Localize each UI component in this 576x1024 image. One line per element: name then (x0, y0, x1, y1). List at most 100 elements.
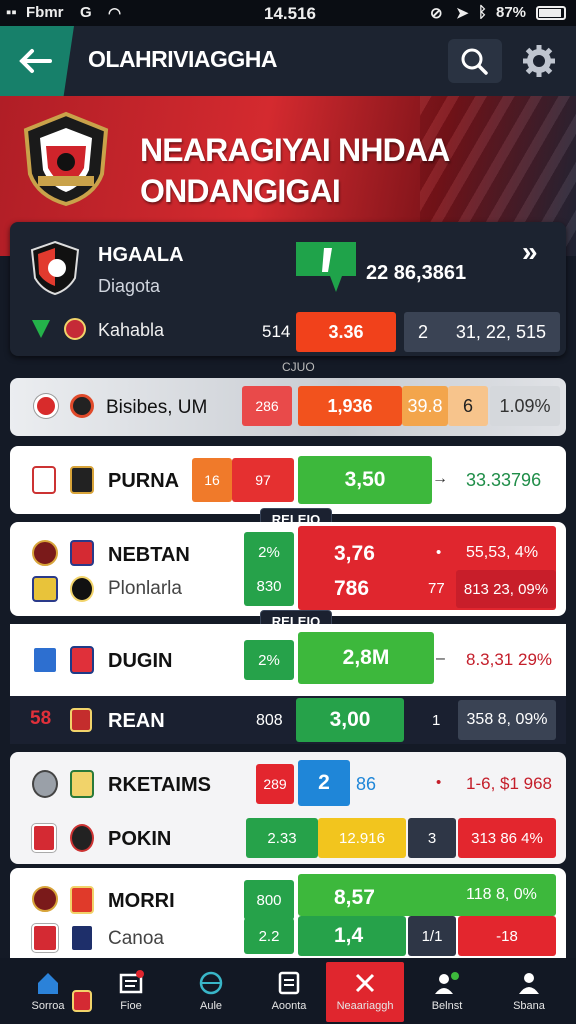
signal-icon: ▪▪ (6, 4, 17, 21)
odds-button[interactable]: 1/1 (408, 916, 456, 956)
team-crest-icon (30, 240, 80, 296)
odds-button[interactable]: 830 (244, 566, 294, 606)
nav-item-people[interactable]: Belnst (408, 958, 486, 1024)
team-logo-icon (32, 466, 56, 494)
page-title: OLAHRIVIAGGHA (88, 46, 278, 72)
nav-item-profile[interactable]: Sbana (490, 958, 568, 1024)
arrow-icon: → (432, 470, 448, 487)
featured-league: Kahabla (98, 320, 165, 340)
team-name: REAN (108, 710, 165, 732)
search-button[interactable] (448, 39, 502, 83)
odds-button[interactable]: 2.2 (244, 918, 294, 954)
summary-odds-d[interactable]: 6 (448, 386, 488, 426)
odds-button[interactable]: 16 (192, 458, 232, 502)
team-logo-icon (32, 824, 56, 852)
team-logo-icon (70, 924, 94, 952)
team-logo-icon (72, 990, 92, 1012)
back-arrow-icon (19, 49, 52, 73)
main-odds: 3,76 (334, 542, 375, 565)
search-icon (461, 48, 488, 75)
odds-button[interactable]: 358 8, 09% (458, 700, 556, 740)
nav-item-active[interactable]: Neaariaggh (326, 958, 404, 1024)
team-subtitle: Canoa (108, 928, 164, 949)
odds-button[interactable]: 2.33 (246, 818, 318, 858)
team-name: NEBTAN (108, 544, 190, 566)
bluetooth-icon: ᛒ (478, 4, 488, 21)
list-icon (278, 971, 300, 995)
team-logo-icon (70, 394, 94, 418)
nav-item-list[interactable]: Aoonta (250, 958, 328, 1024)
right-value: 33.33796 (466, 470, 542, 490)
mute-icon: ⊘ (430, 5, 443, 22)
banner-line-1: NEARAGIYAI NHDAA (140, 132, 450, 168)
right-value: 1-6, $1 968 (466, 774, 553, 793)
summary-odds-c[interactable]: 39.8 (402, 386, 448, 426)
summary-name: Bisibes, UM (106, 397, 208, 418)
odds-button[interactable]: 2 (298, 760, 350, 806)
team-logo-text: 58 (30, 708, 52, 729)
odds-button[interactable]: 800 (244, 880, 294, 920)
odds-button[interactable]: -18 (458, 916, 556, 956)
summary-odds-a[interactable]: 286 (242, 386, 292, 426)
team-logo-icon (70, 646, 94, 674)
team-logo-icon (70, 886, 94, 914)
mid-value: 77 (428, 580, 445, 597)
right-value: 8.3,31 29% (466, 650, 553, 669)
nav-item-globe[interactable]: Aule (172, 958, 250, 1024)
arrow-icon: – (436, 650, 445, 667)
main-odds: 8,57 (334, 886, 375, 909)
odds-button[interactable]: 2% (244, 640, 294, 680)
wifi-icon: ◠ (108, 5, 122, 22)
forward-icon[interactable]: » (522, 236, 538, 268)
featured-team-name: HGAALA (98, 244, 184, 266)
main-odds: 1,4 (334, 924, 364, 947)
club-crest-logo (23, 111, 109, 206)
team-logo-icon (32, 770, 58, 798)
team-logo-icon (32, 924, 58, 952)
nav-item-ticket[interactable]: Fioe (92, 958, 170, 1024)
right-value: 55,53, 4% (466, 544, 539, 561)
team-logo-icon (70, 708, 92, 732)
carrier-label: Fbmr (26, 4, 64, 21)
featured-value: 22 86,3861 (366, 262, 467, 284)
main-odds-button[interactable]: 3,50 (298, 456, 432, 504)
main-odds-button[interactable]: 3,00 (296, 698, 404, 742)
live-badge-icon (296, 242, 356, 292)
summary-odds-b[interactable]: 1,936 (298, 386, 402, 426)
odds-button[interactable]: 12.916 (318, 818, 406, 858)
gear-icon[interactable] (522, 44, 556, 78)
arrow-icon: • (436, 544, 442, 561)
featured-subtitle: Diagota (98, 276, 161, 296)
team-name: DUGIN (108, 650, 173, 672)
battery-percent: 87% (496, 4, 527, 21)
team-logo-icon (32, 886, 58, 912)
odds-button[interactable]: 3 (408, 818, 456, 858)
status-bar: ▪▪ Fbmr G ◠ 14.516 ⊘ ➤ ᛒ 87% (0, 0, 576, 26)
summary-odds-e[interactable]: 1.09% (490, 386, 560, 426)
shield-green-icon (32, 320, 50, 338)
team-logo-icon (32, 646, 58, 674)
odds-button[interactable]: 97 (232, 458, 294, 502)
main-odds-button[interactable]: 2,8M (298, 632, 434, 684)
featured-total-button[interactable]: 2 31, 22, 515 (404, 312, 560, 352)
team-logo-icon (70, 540, 94, 566)
team-logo-icon (32, 576, 58, 602)
odds-value: 86 (356, 774, 377, 794)
clock: 14.516 (264, 4, 316, 23)
section-label: CJUO (282, 360, 315, 374)
featured-odds-button[interactable]: 3.36 (296, 312, 396, 352)
team-logo-icon (70, 770, 94, 798)
odds-button[interactable]: 289 (256, 764, 294, 804)
odds-button[interactable]: 313 86 4% (458, 818, 556, 858)
right-value: 118 8, 0% (466, 886, 537, 903)
team-name: RKETAIMS (108, 774, 211, 796)
globe-icon (199, 971, 223, 995)
featured-odds-label: 514 (262, 322, 291, 341)
cross-icon (355, 973, 375, 993)
person-icon (519, 973, 539, 994)
team-logo-icon (32, 540, 58, 566)
ticket-icon (119, 970, 144, 994)
main-odds: 786 (334, 577, 370, 600)
odds-button[interactable]: 813 23, 09% (456, 570, 556, 608)
team-name: PURNA (108, 470, 180, 492)
